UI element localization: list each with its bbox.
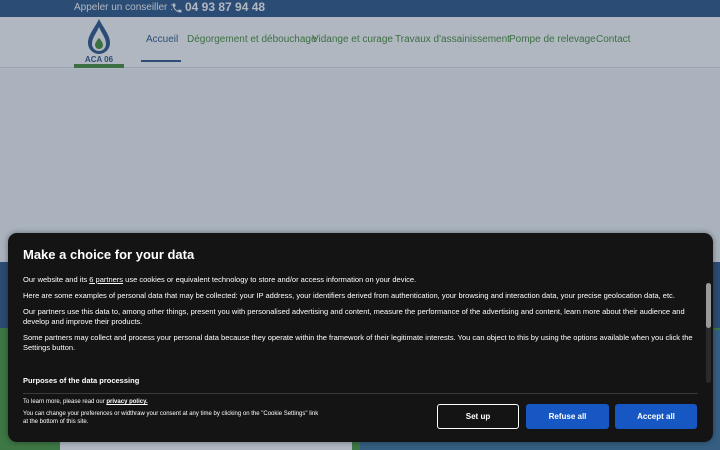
consent-divider [23,393,698,394]
cookie-consent-dialog: Make a choice for your data Our website … [8,233,713,442]
consent-title: Make a choice for your data [23,247,195,262]
learn-more-line: To learn more, please read our privacy p… [23,398,323,406]
consent-partners-use: Our partners use this data to, among oth… [23,307,685,326]
privacy-policy-link[interactable]: privacy policy. [106,399,147,405]
accept-all-button[interactable]: Accept all [615,404,697,429]
consent-scrollbar-thumb[interactable] [706,283,711,328]
consent-intro-end: use cookies or equivalent technology to … [123,275,417,284]
refuse-all-button[interactable]: Refuse all [526,404,609,429]
purposes-heading[interactable]: Purposes of the data processing [23,376,139,385]
consent-footnote: To learn more, please read our privacy p… [23,398,323,430]
change-preferences-note: You can change your preferences or width… [23,411,319,425]
consent-intro: Our website and its 6 partners use cooki… [23,275,703,285]
consent-legitimate-interest: Some partners may collect and process yo… [23,333,693,352]
consent-body: Our website and its 6 partners use cooki… [23,275,703,359]
learn-more-text: To learn more, please read our [23,399,107,405]
consent-examples: Here are some examples of personal data … [23,291,675,300]
setup-button[interactable]: Set up [437,404,519,429]
consent-intro-start: Our website and its [23,275,90,284]
partners-link[interactable]: 6 partners [89,275,123,284]
